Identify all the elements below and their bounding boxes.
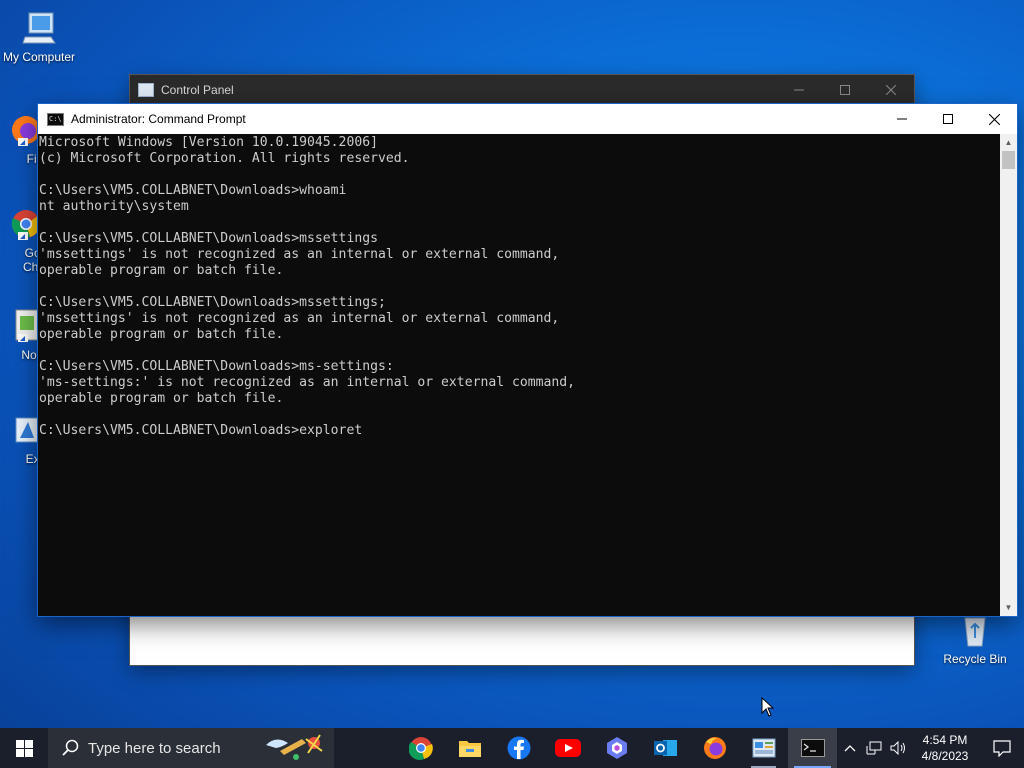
search-highlight-icon [266, 734, 323, 760]
start-button[interactable] [0, 728, 48, 768]
computer-icon [21, 10, 57, 46]
chrome-icon [4, 206, 41, 242]
taskbar-app-command-prompt[interactable] [788, 728, 837, 768]
copilot-icon [606, 737, 627, 759]
minimize-icon [794, 89, 804, 90]
command-prompt-icon [800, 739, 825, 757]
taskbar: Type here to search 4:54 PM 4/8/2023 [0, 728, 1024, 768]
mouse-cursor-icon [761, 697, 775, 717]
network-icon [866, 741, 882, 755]
scrollbar-thumb[interactable] [1002, 151, 1015, 169]
search-icon [62, 739, 79, 756]
minimize-button[interactable] [776, 75, 822, 104]
scroll-down-arrow-icon[interactable]: ▼ [1000, 599, 1017, 616]
show-hidden-icons-button[interactable] [838, 744, 862, 752]
console-output[interactable]: Microsoft Windows [Version 10.0.19045.20… [38, 134, 1000, 616]
control-panel-title: Control Panel [161, 82, 234, 97]
maximize-button[interactable] [925, 104, 971, 134]
close-button[interactable] [971, 104, 1017, 134]
taskbar-app-facebook[interactable] [494, 728, 543, 768]
taskbar-search-box[interactable]: Type here to search [48, 728, 334, 768]
scroll-up-arrow-icon[interactable]: ▲ [1000, 134, 1017, 151]
facebook-icon [507, 736, 530, 760]
clock-date: 4/8/2023 [921, 749, 969, 763]
desktop-icon-my-computer[interactable]: My Computer [1, 10, 77, 64]
command-prompt-titlebar[interactable]: C:\ Administrator: Command Prompt [38, 104, 1017, 134]
control-panel-titlebar[interactable]: Control Panel [130, 75, 914, 104]
windows-logo-icon [15, 739, 33, 757]
maximize-button[interactable] [822, 75, 868, 104]
console-text: Microsoft Windows [Version 10.0.19045.20… [39, 135, 576, 438]
minimize-button[interactable] [879, 104, 925, 134]
command-prompt-window[interactable]: C:\ Administrator: Command Prompt Micros… [38, 104, 1017, 616]
desktop-icon-recycle-bin[interactable]: Recycle Bin [937, 612, 1013, 666]
volume-button[interactable] [886, 741, 910, 755]
command-prompt-icon: C:\ [47, 112, 64, 126]
taskbar-app-youtube[interactable] [543, 728, 592, 768]
notification-icon [993, 739, 1011, 757]
control-panel-icon [138, 82, 154, 97]
clock-time: 4:54 PM [922, 733, 968, 747]
network-button[interactable] [862, 741, 886, 755]
close-button[interactable] [868, 75, 914, 104]
outlook-icon [653, 740, 677, 756]
taskbar-app-firefox[interactable] [690, 728, 739, 768]
desktop-icon-label: My Computer [2, 50, 76, 64]
firefox-icon [703, 737, 726, 759]
recycle-bin-icon [957, 612, 993, 648]
taskbar-app-chrome[interactable] [396, 728, 445, 768]
action-center-button[interactable] [980, 739, 1024, 757]
notepad-icon [4, 308, 40, 344]
search-placeholder: Type here to search [88, 739, 221, 757]
taskbar-app-outlook[interactable] [641, 728, 690, 768]
maximize-icon [943, 114, 953, 124]
close-icon [886, 84, 896, 95]
taskbar-app-file-explorer[interactable] [445, 728, 494, 768]
file-explorer-icon [458, 741, 481, 757]
minimize-icon [897, 118, 907, 120]
vertical-scrollbar[interactable]: ▲ ▼ [1000, 134, 1017, 616]
control-panel-icon [752, 738, 775, 758]
close-icon [988, 113, 1000, 125]
youtube-icon [554, 739, 581, 757]
taskbar-clock[interactable]: 4:54 PM 4/8/2023 [910, 732, 980, 764]
desktop-icon-label: Recycle Bin [943, 652, 1007, 666]
application-icon [4, 412, 40, 448]
maximize-icon [840, 84, 850, 95]
taskbar-app-copilot[interactable] [592, 728, 641, 768]
taskbar-app-control-panel[interactable] [739, 728, 788, 768]
speaker-icon [890, 741, 905, 755]
chrome-icon [408, 737, 433, 760]
system-tray: 4:54 PM 4/8/2023 [838, 728, 1024, 768]
firefox-icon [4, 112, 40, 148]
chevron-up-icon [844, 745, 856, 752]
command-prompt-title: Administrator: Command Prompt [71, 112, 246, 126]
